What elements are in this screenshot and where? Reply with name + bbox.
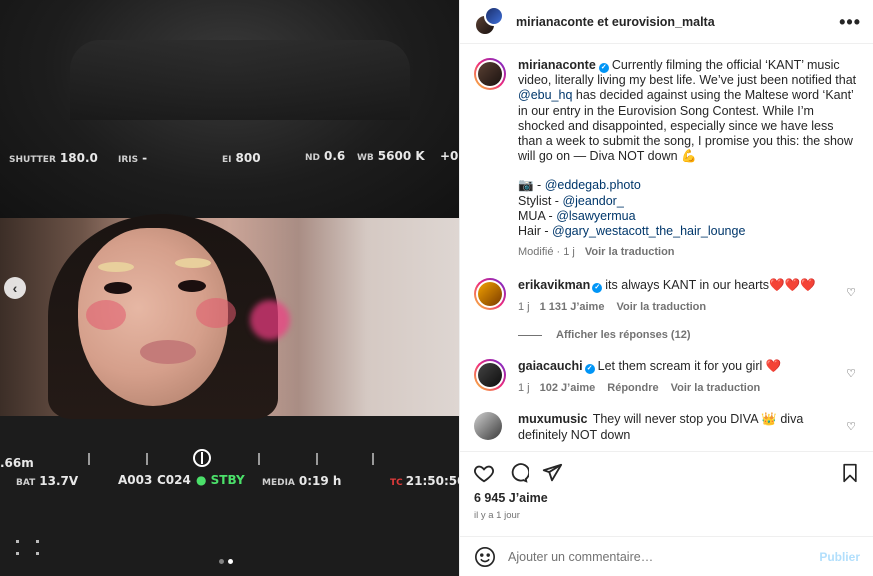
- hud-clip-c: C024: [157, 473, 191, 487]
- focus-scale: [0, 453, 459, 467]
- post-header: mirianaconte et eurovision_malta •••: [460, 0, 873, 44]
- credit-hair: Hair - @gary_westacott_the_hair_lounge: [518, 224, 746, 239]
- subject-cheek-left: [86, 300, 126, 330]
- monitor-markers: [16, 540, 46, 560]
- comment-username[interactable]: erikavikman: [518, 278, 590, 292]
- carousel-indicator: [219, 559, 233, 564]
- add-comment-bar: Publier: [460, 536, 873, 576]
- carousel-dot-active: [228, 559, 233, 564]
- background-flower: [250, 300, 290, 340]
- translate-link[interactable]: Voir la traduction: [585, 245, 675, 260]
- story-ring[interactable]: [474, 58, 506, 90]
- header-usernames[interactable]: mirianaconte et eurovision_malta: [516, 15, 715, 29]
- hud-clip-a: A003: [118, 473, 153, 487]
- like-comment-heart-icon[interactable]: ♡: [846, 420, 856, 433]
- hud-wb: WB 5600 K: [357, 149, 425, 163]
- caption-meta: Modifié · 1 j Voir la traduction: [518, 245, 860, 260]
- caption-username[interactable]: mirianaconte: [518, 58, 596, 72]
- comment: erikavikman ✓ its always KANT in our heart…: [474, 278, 860, 315]
- camera-body: [70, 40, 410, 120]
- edited-label: Modifié: [518, 246, 554, 259]
- post-time[interactable]: il y a 1 jour: [474, 510, 520, 521]
- post-panel: mirianaconte et eurovision_malta ••• mir…: [459, 0, 873, 576]
- comments-scroll[interactable]: mirianaconte ✓ Currently filming the offic…: [460, 45, 873, 451]
- publish-button[interactable]: Publier: [819, 550, 860, 564]
- translate-link[interactable]: Voir la traduction: [616, 300, 706, 316]
- credit-photo: 📷 - @eddegab.photo: [518, 178, 641, 193]
- comment-age[interactable]: 1 j: [518, 381, 530, 397]
- comment-emoji: ❤️❤️❤️: [769, 278, 816, 293]
- post-media[interactable]: SHUTTER 180.0 IRIS - EI 800 ND 0.6 WB 5600 K …: [0, 0, 459, 576]
- focus-indicator-icon: [193, 449, 211, 467]
- comment-input[interactable]: [508, 549, 820, 564]
- avatar-eurovision-malta[interactable]: [484, 5, 504, 26]
- share-icon[interactable]: [540, 461, 564, 485]
- avatar[interactable]: [478, 363, 502, 388]
- hud-standby: ● STBY: [196, 473, 245, 487]
- hud-distance: .66m: [0, 456, 34, 470]
- collab-avatars[interactable]: [474, 5, 504, 38]
- avatar[interactable]: [478, 62, 502, 86]
- hud-iris: IRIS -: [118, 151, 148, 165]
- caption-age[interactable]: 1 j: [563, 246, 575, 258]
- hud-battery: BAT 13.7V: [16, 474, 79, 488]
- verified-icon: ✓: [592, 283, 603, 294]
- avatar[interactable]: [474, 412, 502, 441]
- subject-eye-left: [104, 282, 132, 294]
- bookmark-icon[interactable]: [838, 461, 862, 485]
- comment-meta: 1 j 102 J’aime Répondre Voir la traducti…: [518, 381, 836, 397]
- verified-icon: ✓: [598, 63, 609, 73]
- subject-brow-right: [175, 258, 211, 268]
- subject-eye-right: [178, 280, 206, 292]
- avatar[interactable]: [478, 282, 502, 307]
- carousel-prev-button[interactable]: ‹: [4, 277, 26, 299]
- comment-username[interactable]: gaiacauchi: [518, 359, 583, 373]
- comment-meta: 1 j 1 131 J’aime Voir la traduction: [518, 300, 836, 316]
- mention-link[interactable]: @ebu_hq: [518, 88, 572, 102]
- hud-media: MEDIA 0:19 h: [262, 474, 342, 488]
- more-options-icon[interactable]: •••: [839, 12, 861, 33]
- action-bar: [460, 451, 873, 487]
- hud-timecode: TC21:50:50:0: [390, 474, 459, 488]
- translate-link[interactable]: Voir la traduction: [671, 381, 761, 397]
- story-ring[interactable]: [474, 359, 506, 392]
- subject-brow-left: [98, 262, 134, 272]
- comment-likes[interactable]: 1 131 J’aime: [540, 300, 605, 316]
- hud-shutter: SHUTTER 180.0: [9, 151, 98, 165]
- heart-icon[interactable]: [472, 461, 496, 485]
- comment-text: its always KANT in our hearts: [605, 278, 770, 293]
- subject-cheek-right: [196, 298, 236, 328]
- comment-text: Let them scream it for you girl: [597, 359, 763, 374]
- emoji-icon[interactable]: [474, 546, 496, 568]
- comment: gaiacauchi ✓ Let them scream it for you gi…: [474, 359, 860, 396]
- comment: muxumusic They will never stop you DIVA …: [474, 412, 860, 443]
- verified-icon: ✓: [584, 364, 595, 375]
- hud-ei: EI 800: [222, 151, 261, 165]
- credit-stylist: Stylist - @jeandor_: [518, 193, 624, 208]
- caption: mirianaconte ✓ Currently filming the offic…: [474, 58, 860, 260]
- comment-emoji: ❤️: [765, 359, 782, 374]
- likes-count[interactable]: 6 945 J’aime: [474, 491, 548, 505]
- view-replies-button[interactable]: Afficher les réponses (12): [518, 329, 860, 341]
- hud-wb-extra: +0.: [440, 149, 459, 163]
- story-ring[interactable]: [474, 278, 506, 311]
- hud-nd: ND 0.6: [305, 149, 346, 163]
- comment-icon[interactable]: [506, 461, 530, 485]
- reply-button[interactable]: Répondre: [607, 381, 658, 397]
- chevron-left-icon: ‹: [12, 280, 18, 296]
- comment-likes[interactable]: 102 J’aime: [540, 381, 596, 397]
- comment-username[interactable]: muxumusic: [518, 412, 587, 426]
- like-comment-heart-icon[interactable]: ♡: [846, 286, 856, 299]
- comment-age[interactable]: 1 j: [518, 300, 530, 316]
- like-comment-heart-icon[interactable]: ♡: [846, 367, 856, 380]
- credit-mua: MUA - @lsawyermua: [518, 208, 636, 223]
- carousel-dot: [219, 559, 224, 564]
- subject-lips: [140, 340, 196, 364]
